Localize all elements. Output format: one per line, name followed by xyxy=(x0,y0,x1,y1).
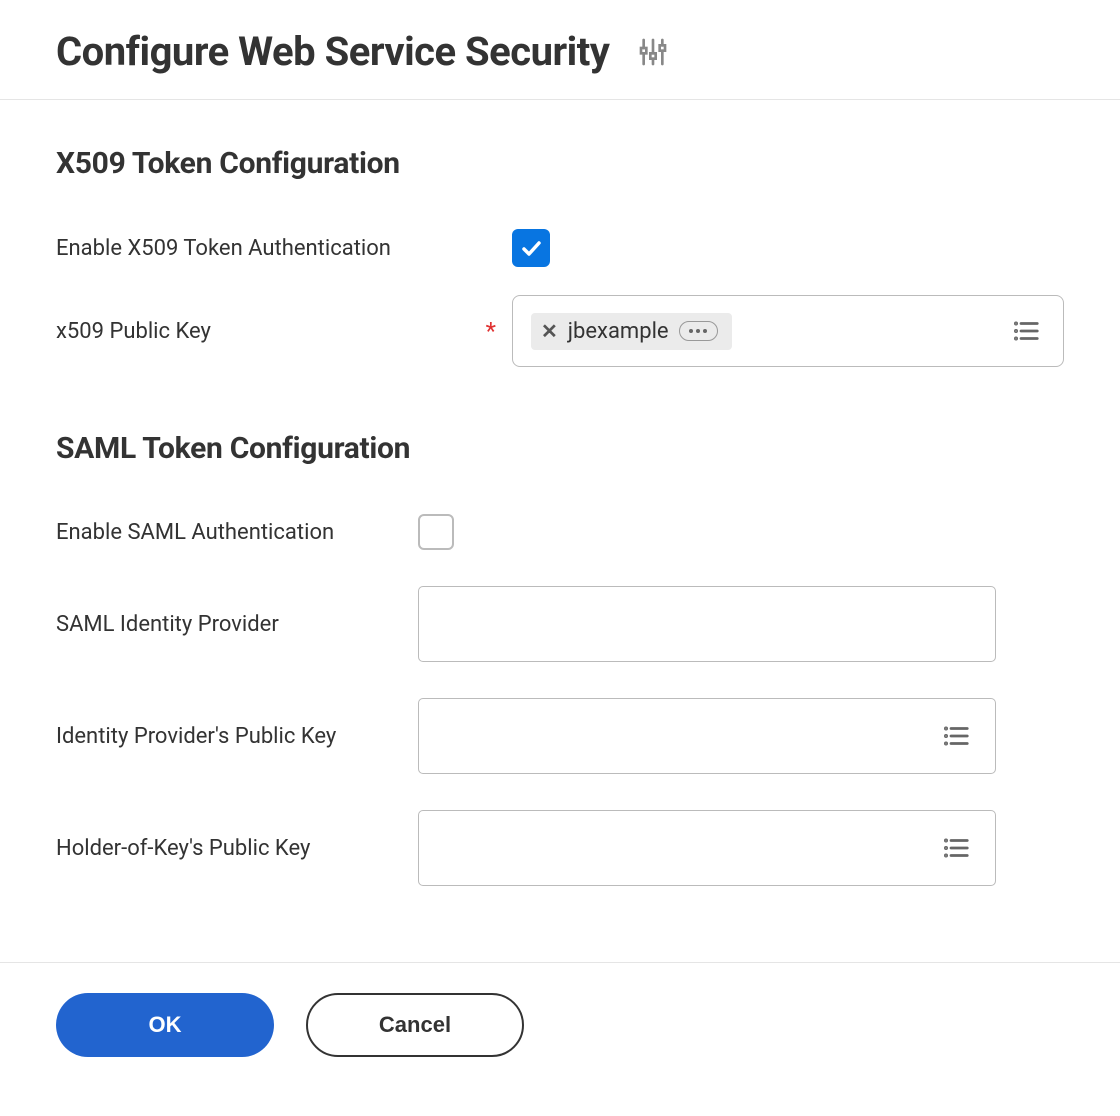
idp-public-key-label: Identity Provider's Public Key xyxy=(56,724,336,749)
page-title: Configure Web Service Security xyxy=(56,28,609,75)
content: X509 Token Configuration Enable X509 Tok… xyxy=(0,100,1120,962)
enable-x509-label: Enable X509 Token Authentication xyxy=(56,236,391,261)
chip-label: jbexample xyxy=(568,319,669,344)
hok-public-key-input[interactable] xyxy=(418,810,996,886)
idp-public-key-input[interactable] xyxy=(418,698,996,774)
header: Configure Web Service Security xyxy=(0,0,1120,100)
hok-public-key-row: Holder-of-Key's Public Key xyxy=(56,810,1064,886)
x509-section-title: X509 Token Configuration xyxy=(56,146,1064,181)
chip-more-icon[interactable] xyxy=(679,321,718,341)
settings-sliders-icon[interactable] xyxy=(637,36,669,68)
x509-public-key-label: x509 Public Key xyxy=(56,319,211,344)
cancel-button[interactable]: Cancel xyxy=(306,993,524,1057)
chip-remove-icon[interactable]: ✕ xyxy=(541,321,558,341)
x509-public-key-input[interactable]: ✕ jbexample xyxy=(512,295,1064,367)
list-picker-icon[interactable] xyxy=(1007,316,1045,346)
hok-public-key-label: Holder-of-Key's Public Key xyxy=(56,836,310,861)
idp-public-key-row: Identity Provider's Public Key xyxy=(56,698,1064,774)
enable-saml-row: Enable SAML Authentication xyxy=(56,514,1064,550)
saml-idp-input[interactable] xyxy=(418,586,996,662)
enable-saml-checkbox[interactable] xyxy=(418,514,454,550)
list-picker-icon[interactable] xyxy=(937,833,975,863)
x509-public-key-row: x509 Public Key * ✕ jbexample xyxy=(56,295,1064,367)
x509-public-key-chip: ✕ jbexample xyxy=(531,313,732,350)
footer: OK Cancel xyxy=(0,962,1120,1087)
ok-button[interactable]: OK xyxy=(56,993,274,1057)
saml-idp-row: SAML Identity Provider xyxy=(56,586,1064,662)
required-indicator-icon: * xyxy=(486,317,496,345)
enable-x509-checkbox[interactable] xyxy=(512,229,550,267)
saml-section-title: SAML Token Configuration xyxy=(56,431,1064,466)
list-picker-icon[interactable] xyxy=(937,721,975,751)
enable-saml-label: Enable SAML Authentication xyxy=(56,520,334,545)
saml-idp-label: SAML Identity Provider xyxy=(56,612,279,637)
enable-x509-row: Enable X509 Token Authentication xyxy=(56,229,1064,267)
